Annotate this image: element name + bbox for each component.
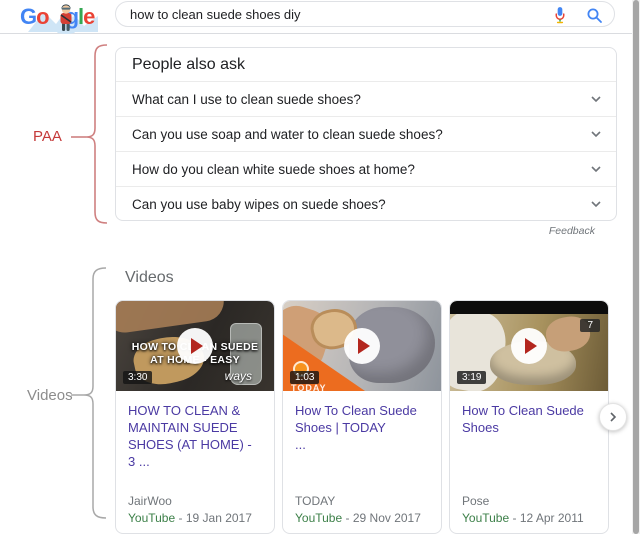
- thumbnail-letterbox-bar: [450, 301, 608, 314]
- logo-letter-e: e: [83, 4, 94, 29]
- play-button-icon[interactable]: [511, 328, 547, 364]
- people-also-ask-card: People also ask What can I use to clean …: [115, 47, 617, 221]
- title-ellipsis: ...: [295, 437, 306, 452]
- video-thumbnail[interactable]: HOW TO CLEAN SUEDE AT HOME - EASY ways 3…: [116, 301, 274, 391]
- annotation-videos-brace: [60, 264, 112, 524]
- logo-letter-o: o: [36, 4, 48, 29]
- paa-question-text: How do you clean white suede shoes at ho…: [132, 162, 415, 177]
- google-search-results-page: Gogle: [0, 0, 640, 534]
- search-bar[interactable]: [115, 1, 615, 27]
- search-input[interactable]: [130, 2, 530, 26]
- video-title-link[interactable]: How To Clean Suede Shoes | TODAY...: [283, 391, 441, 453]
- today-brand-text: TODAY: [291, 383, 327, 391]
- annotation-paa-brace: [60, 44, 112, 228]
- paa-question-text: Can you use soap and water to clean sued…: [132, 127, 443, 142]
- google-logo-doodle[interactable]: Gogle: [20, 2, 106, 33]
- chevron-down-icon[interactable]: [590, 163, 602, 175]
- video-date: 29 Nov 2017: [353, 511, 421, 525]
- chevron-down-icon[interactable]: [590, 93, 602, 105]
- play-button-icon[interactable]: [177, 328, 213, 364]
- logo-letter-g: G: [20, 4, 36, 29]
- videos-section-heading: Videos: [125, 269, 174, 287]
- video-duration-badge: 1:03: [290, 371, 319, 384]
- thumbnail-caption-script: ways: [225, 369, 252, 383]
- paa-question-row[interactable]: How do you clean white suede shoes at ho…: [116, 152, 616, 187]
- people-also-ask-title: People also ask: [116, 48, 616, 82]
- scrollbar-thumb[interactable]: [633, 0, 639, 534]
- carousel-next-button[interactable]: [599, 403, 627, 431]
- feedback-link[interactable]: Feedback: [115, 225, 595, 237]
- meta-separator: -: [513, 511, 517, 525]
- chevron-down-icon[interactable]: [590, 128, 602, 140]
- video-duration-badge: 3:30: [123, 371, 152, 384]
- video-date: 12 Apr 2011: [520, 511, 584, 525]
- play-button-icon[interactable]: [344, 328, 380, 364]
- paa-question-row[interactable]: Can you use soap and water to clean sued…: [116, 117, 616, 152]
- video-channel: TODAY: [295, 494, 335, 508]
- paa-question-text: What can I use to clean suede shoes?: [132, 92, 361, 107]
- search-header: Gogle: [0, 0, 640, 34]
- video-thumbnail[interactable]: TODAY 1:03: [283, 301, 441, 391]
- search-submit-icon[interactable]: [584, 5, 604, 25]
- video-channel: JairWoo: [128, 494, 172, 508]
- video-title-link[interactable]: How To Clean Suede Shoes: [450, 391, 608, 436]
- skier-character-icon: [56, 3, 76, 34]
- paa-question-row[interactable]: Can you use baby wipes on suede shoes?: [116, 187, 616, 221]
- video-source: YouTube: [462, 511, 509, 525]
- annotation-paa-label: PAA: [33, 128, 62, 145]
- playlist-count-badge: 7: [580, 319, 600, 332]
- chevron-right-icon: [607, 411, 619, 423]
- video-date: 19 Jan 2017: [186, 511, 252, 525]
- video-duration-badge: 3:19: [457, 371, 486, 384]
- paa-question-row[interactable]: What can I use to clean suede shoes?: [116, 82, 616, 117]
- video-meta: YouTube - 29 Nov 2017: [295, 511, 421, 525]
- chevron-down-icon[interactable]: [590, 198, 602, 210]
- video-source: YouTube: [128, 511, 175, 525]
- video-title-link[interactable]: HOW TO CLEAN & MAINTAIN SUEDE SHOES (AT …: [116, 391, 274, 470]
- voice-search-mic-icon[interactable]: [550, 5, 570, 25]
- video-card[interactable]: 7 3:19 How To Clean Suede Shoes Pose You…: [449, 300, 609, 534]
- thumbnail-arm-shape: [116, 301, 226, 335]
- video-card[interactable]: HOW TO CLEAN SUEDE AT HOME - EASY ways 3…: [115, 300, 275, 534]
- page-scrollbar[interactable]: [632, 0, 640, 534]
- meta-separator: -: [179, 511, 183, 525]
- paa-question-text: Can you use baby wipes on suede shoes?: [132, 197, 386, 212]
- video-meta: YouTube - 12 Apr 2011: [462, 511, 584, 525]
- video-source: YouTube: [295, 511, 342, 525]
- meta-separator: -: [346, 511, 350, 525]
- video-channel: Pose: [462, 494, 489, 508]
- video-thumbnail[interactable]: 7 3:19: [450, 301, 608, 391]
- video-meta: YouTube - 19 Jan 2017: [128, 511, 252, 525]
- video-card[interactable]: TODAY 1:03 How To Clean Suede Shoes | TO…: [282, 300, 442, 534]
